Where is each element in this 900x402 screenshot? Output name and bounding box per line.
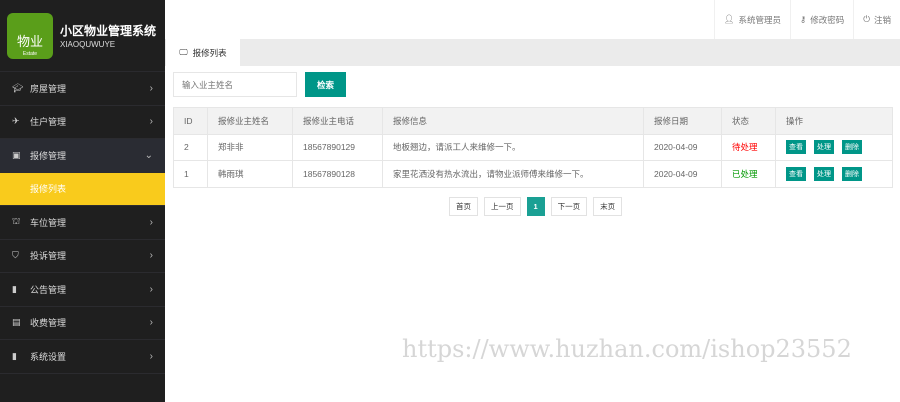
repair-icon: ▣ [12, 149, 21, 160]
col-phone: 报修业主电话 [292, 107, 383, 135]
chevron-right-icon: › [149, 283, 153, 295]
bar-chart-icon: ▮ [12, 283, 17, 294]
sidebar: 物业 Estate 小区物业管理系统 XIAOQUWUYE 🎓︎ 房屋管理 › ✈ 住户… [0, 0, 165, 402]
graduation-cap-icon: 🎓︎ [12, 82, 24, 93]
shield-icon: ⛉ [12, 250, 19, 261]
col-name: 报修业主姓名 [207, 107, 293, 135]
col-status: 状态 [721, 107, 776, 135]
tab-label: 报修列表 [192, 47, 227, 58]
label: 投诉管理 [30, 251, 67, 262]
cell-id: 2 [173, 133, 208, 161]
repair-table: ID 报修业主姓名 报修业主电话 报修信息 报修日期 状态 操作 2 郑非非 1… [173, 107, 893, 188]
sidebar-item-fees[interactable]: ▤ 收费管理 › [0, 307, 165, 340]
cell-phone: 18567890128 [292, 160, 383, 188]
cell-date: 2020-04-09 [643, 133, 722, 161]
cell-actions: 查看 处理 删除 [775, 133, 893, 161]
chevron-right-icon: › [149, 350, 153, 362]
cell-id: 1 [173, 160, 208, 188]
logo: 物业 Estate [7, 13, 53, 59]
sidebar-item-house[interactable]: 🎓︎ 房屋管理 › [0, 72, 165, 106]
col-info: 报修信息 [382, 107, 644, 135]
search-button[interactable]: 检索 [305, 72, 346, 97]
col-actions: 操作 [775, 107, 893, 135]
app-subtitle: XIAOQUWUYE [60, 40, 116, 49]
logout-link[interactable]: ⏻ 注销 [853, 0, 900, 39]
label: 住户管理 [30, 117, 67, 128]
cell-actions: 查看 处理 删除 [775, 160, 893, 188]
logo-sub: Estate [22, 51, 38, 57]
first-page-button[interactable]: 首页 [449, 197, 478, 216]
table-row: 1 韩雨琪 18567890128 家里花洒没有热水流出，请物业派师傅来维修一下… [173, 160, 893, 188]
chevron-down-icon: ⌄ [144, 149, 153, 161]
sidebar-item-residents[interactable]: ✈ 住户管理 › [0, 106, 165, 139]
tab-bar: 🖵 报修列表 [165, 39, 900, 66]
cell-phone: 18567890129 [292, 133, 383, 161]
logout-label: 注销 [873, 14, 891, 25]
delete-button[interactable]: 删除 [842, 140, 862, 155]
sidebar-item-notices[interactable]: ▮ 公告管理 › [0, 273, 165, 307]
col-id: ID [173, 107, 208, 135]
power-icon: ⏻ [863, 14, 870, 24]
col-date: 报修日期 [643, 107, 722, 135]
logo-text: 物业 [16, 34, 43, 49]
wallet-icon: ▤ [12, 317, 21, 328]
label: 收费管理 [30, 318, 67, 329]
label: 车位管理 [30, 217, 67, 228]
table-header-row: ID 报修业主姓名 报修业主电话 报修信息 报修日期 状态 操作 [173, 107, 893, 135]
status-badge: 已处理 [721, 160, 776, 188]
tab-repair-list[interactable]: 🖵 报修列表 [166, 39, 240, 66]
label: 公告管理 [30, 284, 67, 295]
top-bar: 👤︎ 系统管理员 ⚷ 修改密码 ⏻ 注销 [165, 0, 900, 39]
chevron-right-icon: › [149, 216, 153, 228]
chevron-right-icon: › [149, 116, 153, 128]
label: 房屋管理 [30, 83, 67, 94]
current-page[interactable]: 1 [526, 197, 545, 216]
app-title: 小区物业管理系统 [60, 24, 157, 38]
sidebar-item-parking[interactable]: ⛫ 车位管理 › [0, 206, 165, 240]
cell-name: 郑非非 [207, 133, 293, 161]
sidebar-subitem-repair-list[interactable]: 报修列表 [0, 172, 165, 206]
change-password-link[interactable]: ⚷ 修改密码 [790, 0, 853, 39]
cell-date: 2020-04-09 [643, 160, 722, 188]
key-icon: ⚷ [800, 14, 807, 24]
chevron-right-icon: › [149, 250, 153, 262]
last-page-button[interactable]: 末页 [593, 197, 623, 216]
bag-icon: ⛫ [12, 216, 21, 227]
label: 系统设置 [30, 351, 67, 362]
password-label: 修改密码 [810, 14, 845, 25]
user-label: 系统管理员 [738, 14, 781, 25]
chevron-right-icon: › [149, 317, 153, 329]
bar-chart-icon: ▮ [12, 350, 17, 361]
process-button[interactable]: 处理 [814, 166, 834, 181]
rocket-icon: ✈ [12, 116, 20, 127]
delete-button[interactable]: 删除 [842, 166, 862, 181]
process-button[interactable]: 处理 [814, 140, 834, 155]
label: 报修列表 [30, 184, 67, 195]
brand: 物业 Estate 小区物业管理系统 XIAOQUWUYE [0, 0, 165, 72]
owner-name-search-input[interactable] [173, 72, 297, 97]
table-row: 2 郑非非 18567890129 地板翘边，请派工人来维修一下。 2020-0… [173, 133, 893, 161]
prev-page-button[interactable]: 上一页 [484, 197, 521, 216]
cell-name: 韩雨琪 [207, 160, 293, 188]
view-button[interactable]: 查看 [786, 140, 806, 155]
next-page-button[interactable]: 下一页 [550, 197, 588, 216]
user-icon: 👤︎ [723, 14, 735, 24]
sidebar-item-complaints[interactable]: ⛉ 投诉管理 › [0, 240, 165, 273]
monitor-icon: 🖵 [179, 47, 188, 57]
sidebar-item-settings[interactable]: ▮ 系统设置 › [0, 340, 165, 374]
sidebar-item-repair[interactable]: ▣ 报修管理 ⌄ [0, 139, 165, 173]
label: 报修管理 [30, 150, 67, 161]
cell-info: 地板翘边，请派工人来维修一下。 [382, 133, 644, 161]
user-menu[interactable]: 👤︎ 系统管理员 [713, 0, 790, 39]
chevron-right-icon: › [149, 82, 153, 94]
cell-info: 家里花洒没有热水流出，请物业派师傅来维修一下。 [382, 160, 644, 188]
view-button[interactable]: 查看 [786, 166, 806, 181]
watermark: https://www.huzhan.com/ishop23552 [402, 335, 852, 363]
pagination: 首页 上一页 1 下一页 末页 [449, 197, 623, 216]
status-badge: 待处理 [721, 133, 776, 161]
